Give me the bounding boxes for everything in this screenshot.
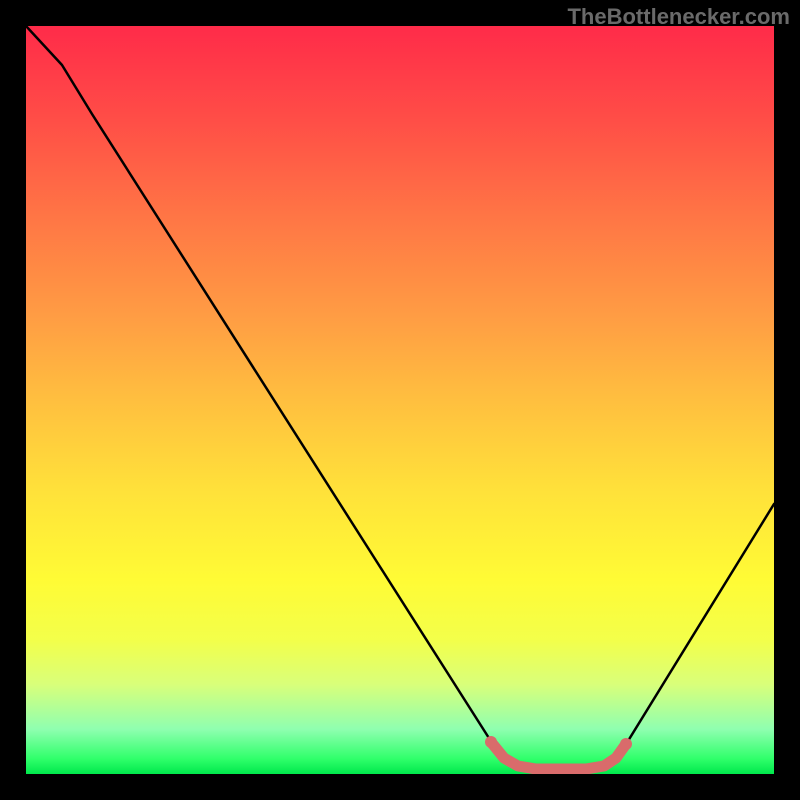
main-curve-line bbox=[26, 26, 774, 768]
watermark-text: TheBottlenecker.com bbox=[567, 4, 790, 30]
highlight-endpoint-right bbox=[620, 738, 632, 750]
plot-area bbox=[26, 26, 774, 774]
chart-svg bbox=[26, 26, 774, 774]
highlight-band-line bbox=[491, 742, 626, 769]
chart-frame: TheBottlenecker.com bbox=[0, 0, 800, 800]
highlight-endpoint-left bbox=[485, 736, 497, 748]
